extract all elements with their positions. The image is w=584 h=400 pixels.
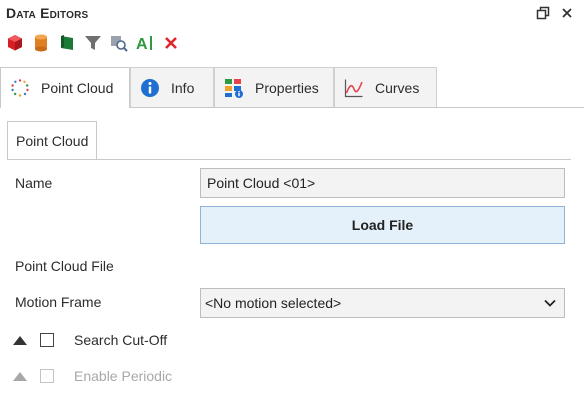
title-bar: Data Editors — [0, 0, 584, 26]
tab-label: Properties — [255, 79, 319, 96]
group-tab-label: Point Cloud — [16, 133, 89, 149]
name-field[interactable] — [200, 168, 565, 198]
properties-icon — [224, 78, 244, 98]
point-cloud-icon — [10, 78, 30, 98]
group-divider — [7, 159, 571, 160]
tab-label: Point Cloud — [41, 80, 114, 96]
search-cutoff-label: Search Cut-Off — [74, 332, 168, 348]
tab-label: Curves — [375, 79, 420, 96]
tab-info[interactable]: Info — [130, 67, 214, 107]
find-reference-icon[interactable] — [108, 32, 130, 54]
search-cutoff-checkbox[interactable] — [40, 333, 54, 347]
green-flag-icon[interactable] — [56, 32, 78, 54]
window-title: Data Editors — [6, 5, 89, 21]
toolbar: A — [4, 31, 186, 55]
close-window-icon[interactable] — [558, 4, 576, 22]
rename-text-icon[interactable]: A — [134, 32, 156, 54]
point-cloud-file-label: Point Cloud File — [15, 258, 114, 274]
info-icon — [140, 78, 160, 98]
restore-window-icon[interactable] — [534, 4, 552, 22]
name-label: Name — [15, 175, 53, 191]
delete-x-icon[interactable] — [160, 32, 182, 54]
motion-frame-value: <No motion selected> — [205, 295, 342, 311]
red-box-icon[interactable] — [4, 32, 26, 54]
expand-triangle-icon — [12, 370, 28, 382]
curves-icon — [344, 78, 364, 98]
enable-periodic-label: Enable Periodic — [74, 368, 173, 384]
tab-curves[interactable]: Curves — [334, 67, 437, 107]
motion-frame-select[interactable]: <No motion selected> — [200, 288, 565, 318]
group-tab-point-cloud[interactable]: Point Cloud — [7, 121, 97, 160]
enable-periodic-checkbox — [40, 369, 54, 383]
expand-triangle-icon[interactable] — [12, 334, 28, 346]
filter-funnel-icon[interactable] — [82, 32, 104, 54]
load-file-button[interactable]: Load File — [200, 206, 565, 244]
tab-properties[interactable]: Properties — [214, 67, 334, 107]
orange-cylinder-icon[interactable] — [30, 32, 52, 54]
tab-label: Info — [171, 79, 195, 96]
search-cutoff-row: Search Cut-Off — [12, 330, 167, 350]
enable-periodic-row: Enable Periodic — [12, 366, 172, 386]
motion-frame-label: Motion Frame — [15, 294, 102, 310]
tab-point-cloud[interactable]: Point Cloud — [0, 67, 130, 108]
svg-text:A: A — [136, 36, 148, 52]
chevron-down-icon[interactable] — [540, 293, 560, 313]
